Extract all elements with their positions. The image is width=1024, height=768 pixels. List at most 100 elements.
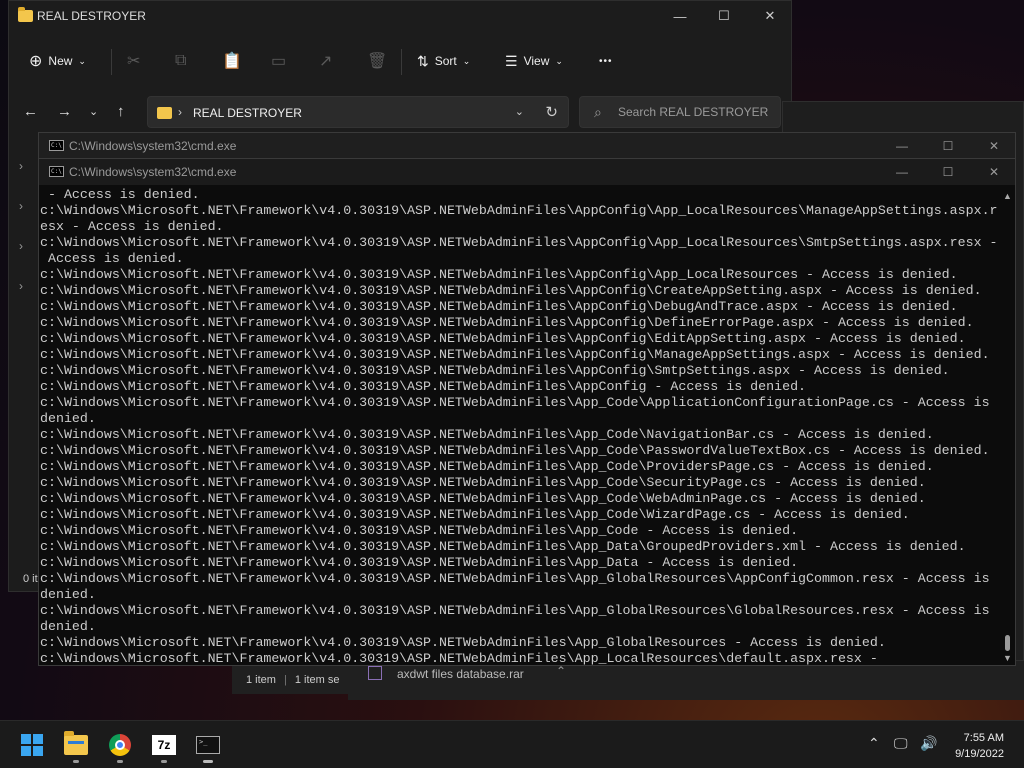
minimize-button[interactable]: — [879, 135, 925, 157]
nav-pane-expand-icon[interactable]: › [19, 159, 23, 173]
new-label: New [48, 54, 73, 68]
recent-locations-chevron-icon[interactable]: ⌄ [89, 105, 98, 118]
cmd-titlebar[interactable]: C:\ C:\Windows\system32\cmd.exe — ☐ ✕ [39, 159, 1015, 185]
explorer-title: REAL DESTROYER [37, 9, 146, 23]
delete-icon[interactable]: 🗑 [367, 49, 387, 73]
console-line: c:\Windows\Microsoft.NET\Framework\v4.0.… [40, 555, 799, 570]
taskbar-7zip[interactable]: 7z [144, 727, 184, 763]
running-indicator [203, 760, 213, 763]
maximize-button[interactable]: ☐ [925, 161, 971, 183]
nav-pane-expand-icon[interactable]: › [19, 279, 23, 293]
running-indicator [117, 760, 123, 763]
cmd-titlebar[interactable]: C:\ C:\Windows\system32\cmd.exe — ☐ ✕ [39, 133, 1015, 159]
new-button[interactable]: ⊕ New ⌄ [29, 49, 86, 73]
console-line: c:\Windows\Microsoft.NET\Framework\v4.0.… [40, 363, 950, 378]
paste-icon[interactable]: 📋 [222, 49, 242, 73]
download-file-name[interactable]: axdwt files database.rar [397, 667, 524, 681]
scroll-up-icon[interactable]: ▲ [1003, 191, 1012, 201]
running-indicator [73, 760, 79, 763]
file-explorer-icon [64, 731, 88, 755]
separator [401, 49, 402, 75]
taskbar: 7z >_ ⌃ 🖵 🔊 7:55 AM 9/19/2022 [0, 720, 1024, 768]
cmd-window: C:\ C:\Windows\system32\cmd.exe — ☐ ✕ - … [38, 158, 1016, 666]
minimize-button[interactable]: — [657, 1, 703, 31]
nav-pane-expand-icon[interactable]: › [19, 199, 23, 213]
search-input[interactable] [618, 105, 768, 119]
address-bar[interactable]: › REAL DESTROYER ⌄ ↻ [147, 96, 569, 128]
folder-icon [18, 7, 33, 22]
console-line: c:\Windows\Microsoft.NET\Framework\v4.0.… [40, 443, 990, 458]
minimize-button[interactable]: — [879, 161, 925, 183]
back-icon[interactable]: ← [23, 103, 38, 120]
maximize-button[interactable]: ☐ [701, 1, 747, 31]
search-icon: ⌕ [594, 104, 602, 120]
console-line: c:\Windows\Microsoft.NET\Framework\v4.0.… [40, 507, 910, 522]
scroll-down-icon[interactable]: ▼ [1003, 653, 1012, 663]
address-dropdown-icon[interactable]: ⌄ [515, 105, 524, 118]
windows-logo-icon [21, 734, 43, 756]
network-icon[interactable]: 🖵 [894, 735, 908, 752]
console-output[interactable]: - Access is denied. c:\Windows\Microsoft.… [39, 187, 999, 665]
up-icon[interactable]: ↑ [117, 103, 125, 120]
close-button[interactable]: ✕ [971, 135, 1017, 157]
console-line: c:\Windows\Microsoft.NET\Framework\v4.0.… [40, 235, 998, 250]
view-button[interactable]: ☰ View ⌄ [505, 49, 563, 73]
terminal-icon: >_ [196, 736, 220, 754]
plus-circle-icon: ⊕ [29, 53, 43, 70]
chrome-icon [109, 734, 131, 756]
copy-icon[interactable]: ⧉ [175, 49, 186, 73]
console-line: c:\Windows\Microsoft.NET\Framework\v4.0.… [40, 635, 886, 650]
console-line: c:\Windows\Microsoft.NET\Framework\v4.0.… [40, 283, 982, 298]
console-line: c:\Windows\Microsoft.NET\Framework\v4.0.… [40, 315, 974, 330]
console-line: c:\Windows\Microsoft.NET\Framework\v4.0.… [40, 267, 958, 282]
close-button[interactable]: ✕ [971, 161, 1017, 183]
clock[interactable]: 7:55 AM 9/19/2022 [955, 730, 1004, 762]
console-line: c:\Windows\Microsoft.NET\Framework\v4.0.… [40, 203, 998, 218]
explorer-navigation-bar: ← → ⌄ ↑ › REAL DESTROYER ⌄ ↻ ⌕ [9, 95, 791, 131]
console-line: esx - Access is denied. [40, 219, 224, 234]
console-line: c:\Windows\Microsoft.NET\Framework\v4.0.… [40, 571, 990, 586]
chevron-down-icon: ⌄ [78, 55, 86, 66]
address-text: REAL DESTROYER [193, 106, 302, 120]
console-line: c:\Windows\Microsoft.NET\Framework\v4.0.… [40, 539, 966, 554]
folder-icon [157, 107, 172, 119]
rename-icon[interactable]: ▭ [271, 49, 286, 73]
taskbar-chrome[interactable] [100, 727, 140, 763]
console-line: c:\Windows\Microsoft.NET\Framework\v4.0.… [40, 459, 934, 474]
maximize-button[interactable]: ☐ [925, 135, 971, 157]
clock-date: 9/19/2022 [955, 748, 1004, 760]
console-scrollbar[interactable]: ▲ ▼ [1001, 189, 1013, 665]
scroll-thumb[interactable] [1005, 635, 1010, 651]
chevron-up-icon[interactable]: ⌃ [556, 664, 566, 678]
start-button[interactable] [12, 727, 52, 763]
explorer-titlebar[interactable]: REAL DESTROYER — ☐ ✕ [9, 1, 791, 33]
taskbar-terminal[interactable]: >_ [188, 727, 228, 763]
view-label: View [523, 54, 550, 68]
chevron-right-icon: › [178, 105, 182, 119]
more-options-button[interactable]: ••• [599, 49, 613, 73]
console-line: c:\Windows\Microsoft.NET\Framework\v4.0.… [40, 395, 990, 410]
close-button[interactable]: ✕ [747, 1, 793, 31]
taskbar-file-explorer[interactable] [56, 727, 96, 763]
share-icon[interactable]: ↗ [319, 49, 332, 73]
nav-pane-expand-icon[interactable]: › [19, 239, 23, 253]
cmd-title: C:\Windows\system32\cmd.exe [69, 165, 237, 179]
forward-icon[interactable]: → [57, 103, 72, 120]
volume-icon[interactable]: 🔊 [920, 735, 937, 752]
status-count: 1 item [246, 674, 276, 686]
show-hidden-icons-chevron-icon[interactable]: ⌃ [868, 735, 880, 752]
console-line: - Access is denied. [40, 187, 200, 202]
search-box[interactable]: ⌕ [579, 96, 781, 128]
console-line: c:\Windows\Microsoft.NET\Framework\v4.0.… [40, 299, 958, 314]
refresh-icon[interactable]: ↻ [545, 103, 558, 121]
sort-label: Sort [434, 54, 457, 68]
console-line: c:\Windows\Microsoft.NET\Framework\v4.0.… [40, 347, 990, 362]
status-item-count: 0 it [23, 573, 38, 585]
7zip-icon: 7z [152, 735, 176, 755]
cmd-icon: C:\ [49, 166, 64, 177]
sort-button[interactable]: ⇅ Sort ⌄ [417, 49, 470, 73]
cut-icon[interactable]: ✂ [127, 49, 140, 73]
console-line: c:\Windows\Microsoft.NET\Framework\v4.0.… [40, 331, 966, 346]
explorer-command-bar: ⊕ New ⌄ ✂ ⧉ 📋 ▭ ↗ 🗑 ⇅ Sort ⌄ ☰ View ⌄ ••… [9, 37, 791, 83]
status-selected: 1 item se [294, 674, 340, 686]
